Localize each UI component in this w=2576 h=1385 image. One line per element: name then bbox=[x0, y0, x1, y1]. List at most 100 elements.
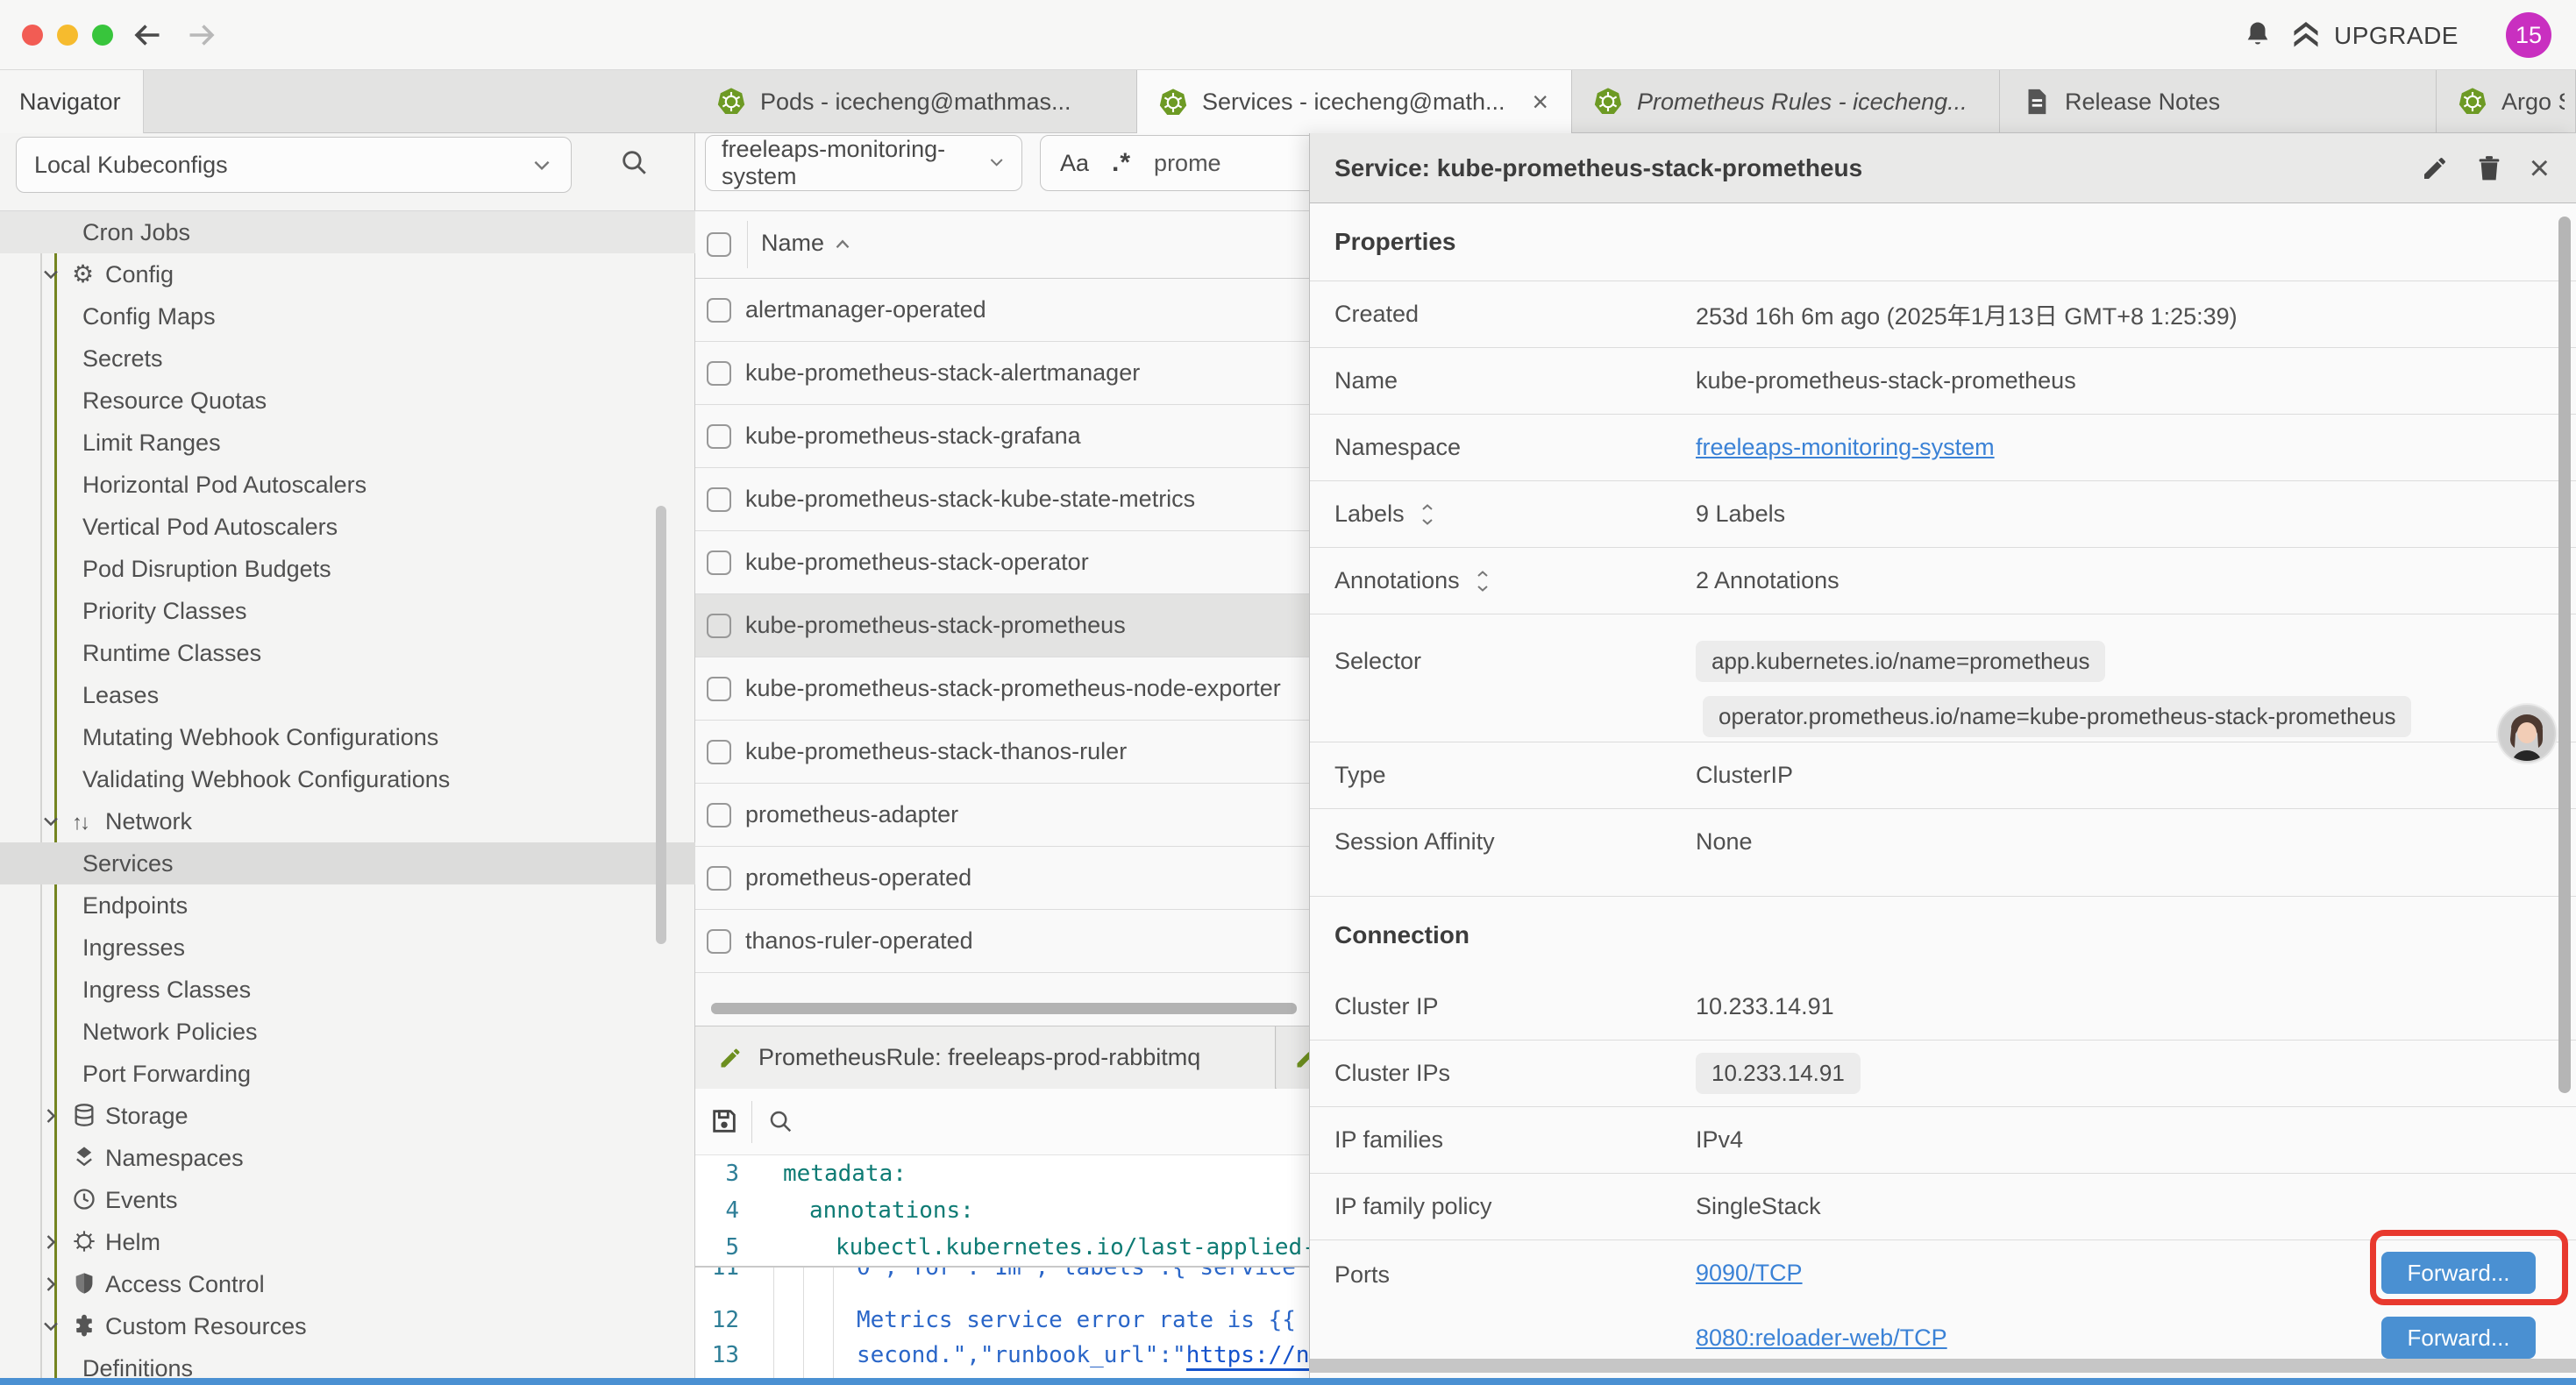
row-checkbox[interactable] bbox=[707, 803, 731, 827]
expand-collapse-icon[interactable] bbox=[1472, 570, 1493, 593]
window-zoom-button[interactable] bbox=[92, 25, 113, 46]
tab-argo-se[interactable]: Argo Se bbox=[2437, 70, 2576, 133]
tab-release-notes[interactable]: Release Notes bbox=[2000, 70, 2437, 133]
row-checkbox[interactable] bbox=[707, 424, 731, 449]
tab-services-icecheng-math[interactable]: Services - icecheng@math...× bbox=[1137, 70, 1572, 134]
table-row-kube-prometheus-stack-prometheus[interactable]: kube-prometheus-stack-prometheus bbox=[695, 594, 1309, 657]
editor-tab-prometheusrule[interactable]: PrometheusRule: freeleaps-prod-rabbitmq bbox=[695, 1026, 1276, 1089]
select-all-checkbox[interactable] bbox=[707, 232, 731, 257]
annotations-value[interactable]: 2 Annotations bbox=[1696, 567, 1839, 594]
sidebar-item-port-forwarding[interactable]: Port Forwarding bbox=[0, 1053, 695, 1095]
edit-pencil-icon[interactable] bbox=[2421, 154, 2449, 182]
sidebar-item-validating-webhook-configurations[interactable]: Validating Webhook Configurations bbox=[0, 758, 695, 800]
chevron-right-icon[interactable] bbox=[40, 1232, 72, 1253]
sidebar-item-config-maps[interactable]: Config Maps bbox=[0, 295, 695, 337]
horizontal-scrollbar[interactable] bbox=[711, 1003, 1297, 1014]
row-checkbox[interactable] bbox=[707, 929, 731, 954]
upgrade-label[interactable]: UPGRADE bbox=[2334, 22, 2459, 50]
sidebar-item-services[interactable]: Services bbox=[0, 842, 695, 884]
sidebar-item-helm[interactable]: Helm bbox=[0, 1221, 695, 1263]
name-column-header[interactable]: Name bbox=[761, 230, 824, 257]
port-link-9090[interactable]: 9090/TCP bbox=[1696, 1260, 1803, 1287]
table-row-kube-prometheus-stack-prometheus-node-ex[interactable]: kube-prometheus-stack-prometheus-node-ex… bbox=[695, 657, 1309, 721]
namespace-filter-dropdown[interactable]: freeleaps-monitoring-system bbox=[705, 135, 1022, 191]
sidebar-item-secrets[interactable]: Secrets bbox=[0, 337, 695, 380]
sort-ascending-icon[interactable] bbox=[831, 233, 854, 256]
close-icon[interactable]: × bbox=[2530, 154, 2550, 182]
upgrade-chevrons-icon[interactable] bbox=[2290, 19, 2322, 51]
forward-button[interactable]: Forward... bbox=[2381, 1317, 2536, 1359]
user-avatar[interactable] bbox=[2495, 702, 2558, 765]
sidebar-item-pod-disruption-budgets[interactable]: Pod Disruption Budgets bbox=[0, 548, 695, 590]
tab-prometheus-rules-icecheng[interactable]: Prometheus Rules - icecheng... bbox=[1572, 70, 2000, 133]
search-icon[interactable] bbox=[619, 147, 649, 177]
window-minimize-button[interactable] bbox=[57, 25, 78, 46]
table-row-prometheus-operated[interactable]: prometheus-operated bbox=[695, 847, 1309, 910]
sidebar-item-vertical-pod-autoscalers[interactable]: Vertical Pod Autoscalers bbox=[0, 506, 695, 548]
table-row-kube-prometheus-stack-operator[interactable]: kube-prometheus-stack-operator bbox=[695, 531, 1309, 594]
chevron-down-icon[interactable] bbox=[40, 1316, 72, 1337]
row-checkbox[interactable] bbox=[707, 298, 731, 323]
port-link-8080[interactable]: 8080:reloader-web/TCP bbox=[1696, 1325, 1947, 1352]
labels-value[interactable]: 9 Labels bbox=[1696, 501, 1785, 528]
row-checkbox[interactable] bbox=[707, 866, 731, 891]
kubeconfig-selector[interactable]: Local Kubeconfigs bbox=[16, 137, 572, 193]
sidebar-item-namespaces[interactable]: Namespaces bbox=[0, 1137, 695, 1179]
sidebar-item-custom-resources[interactable]: Custom Resources bbox=[0, 1305, 695, 1347]
sidebar-item-priority-classes[interactable]: Priority Classes bbox=[0, 590, 695, 632]
sidebar-item-runtime-classes[interactable]: Runtime Classes bbox=[0, 632, 695, 674]
sidebar-scrollbar[interactable] bbox=[656, 506, 666, 944]
navigator-tab[interactable]: Navigator bbox=[0, 70, 144, 134]
row-checkbox[interactable] bbox=[707, 361, 731, 386]
forward-arrow-icon[interactable] bbox=[186, 19, 217, 51]
chevron-right-icon[interactable] bbox=[40, 1274, 72, 1295]
sidebar-item-horizontal-pod-autoscalers[interactable]: Horizontal Pod Autoscalers bbox=[0, 464, 695, 506]
window-close-button[interactable] bbox=[22, 25, 43, 46]
sidebar-item-config[interactable]: ⚙Config bbox=[0, 253, 695, 295]
match-case-toggle[interactable]: Aa bbox=[1060, 150, 1089, 177]
detail-scrollbar[interactable] bbox=[2558, 217, 2571, 1093]
row-checkbox[interactable] bbox=[707, 614, 731, 638]
close-tab-icon[interactable]: × bbox=[1519, 86, 1561, 118]
sidebar-item-storage[interactable]: Storage bbox=[0, 1095, 695, 1137]
delete-trash-icon[interactable] bbox=[2475, 154, 2503, 182]
sidebar-item-events[interactable]: Events bbox=[0, 1179, 695, 1221]
notification-count-badge[interactable]: 15 bbox=[2506, 12, 2551, 58]
tab-pods-icecheng-mathmas[interactable]: Pods - icecheng@mathmas... bbox=[695, 70, 1137, 133]
sidebar-item-access-control[interactable]: Access Control bbox=[0, 1263, 695, 1305]
table-row-kube-prometheus-stack-kube-state-metrics[interactable]: kube-prometheus-stack-kube-state-metrics bbox=[695, 468, 1309, 531]
table-row-kube-prometheus-stack-thanos-ruler[interactable]: kube-prometheus-stack-thanos-ruler bbox=[695, 721, 1309, 784]
sidebar-item-ingress-classes[interactable]: Ingress Classes bbox=[0, 969, 695, 1011]
sidebar-item-network[interactable]: ↑↓Network bbox=[0, 800, 695, 842]
sidebar-item-leases[interactable]: Leases bbox=[0, 674, 695, 716]
yaml-editor[interactable]: 3metadata:4annotations:5kubectl.kubernet… bbox=[695, 1155, 1309, 1380]
row-checkbox[interactable] bbox=[707, 487, 731, 512]
sidebar-item-limit-ranges[interactable]: Limit Ranges bbox=[0, 422, 695, 464]
sidebar-item-definitions[interactable]: Definitions bbox=[0, 1347, 695, 1380]
runbook-url-link[interactable]: https://net bbox=[1186, 1342, 1309, 1371]
table-row-alertmanager-operated[interactable]: alertmanager-operated bbox=[695, 279, 1309, 342]
table-row-kube-prometheus-stack-alertmanager[interactable]: kube-prometheus-stack-alertmanager bbox=[695, 342, 1309, 405]
table-row-prometheus-adapter[interactable]: prometheus-adapter bbox=[695, 784, 1309, 847]
chevron-down-icon[interactable] bbox=[40, 811, 72, 832]
namespace-link[interactable]: freeleaps-monitoring-system bbox=[1696, 434, 1995, 461]
detail-horizontal-scrollbar[interactable] bbox=[1310, 1359, 2576, 1373]
sidebar-item-endpoints[interactable]: Endpoints bbox=[0, 884, 695, 927]
editor-tab-partial[interactable] bbox=[1277, 1026, 1309, 1089]
sidebar-item-resource-quotas[interactable]: Resource Quotas bbox=[0, 380, 695, 422]
row-checkbox[interactable] bbox=[707, 550, 731, 575]
row-checkbox[interactable] bbox=[707, 677, 731, 701]
row-checkbox[interactable] bbox=[707, 740, 731, 764]
save-icon[interactable] bbox=[709, 1106, 739, 1136]
regex-toggle[interactable]: .* bbox=[1112, 148, 1131, 178]
editor-search-icon[interactable] bbox=[767, 1108, 793, 1134]
search-input[interactable]: Aa .* prome bbox=[1040, 135, 1348, 191]
expand-collapse-icon[interactable] bbox=[1417, 503, 1438, 526]
sidebar-item-network-policies[interactable]: Network Policies bbox=[0, 1011, 695, 1053]
chevron-down-icon[interactable] bbox=[40, 264, 72, 285]
sidebar-item-mutating-webhook-configurations[interactable]: Mutating Webhook Configurations bbox=[0, 716, 695, 758]
table-row-thanos-ruler-operated[interactable]: thanos-ruler-operated bbox=[695, 910, 1309, 973]
notifications-bell-icon[interactable] bbox=[2243, 19, 2273, 51]
back-arrow-icon[interactable] bbox=[132, 19, 163, 51]
chevron-right-icon[interactable] bbox=[40, 1105, 72, 1126]
